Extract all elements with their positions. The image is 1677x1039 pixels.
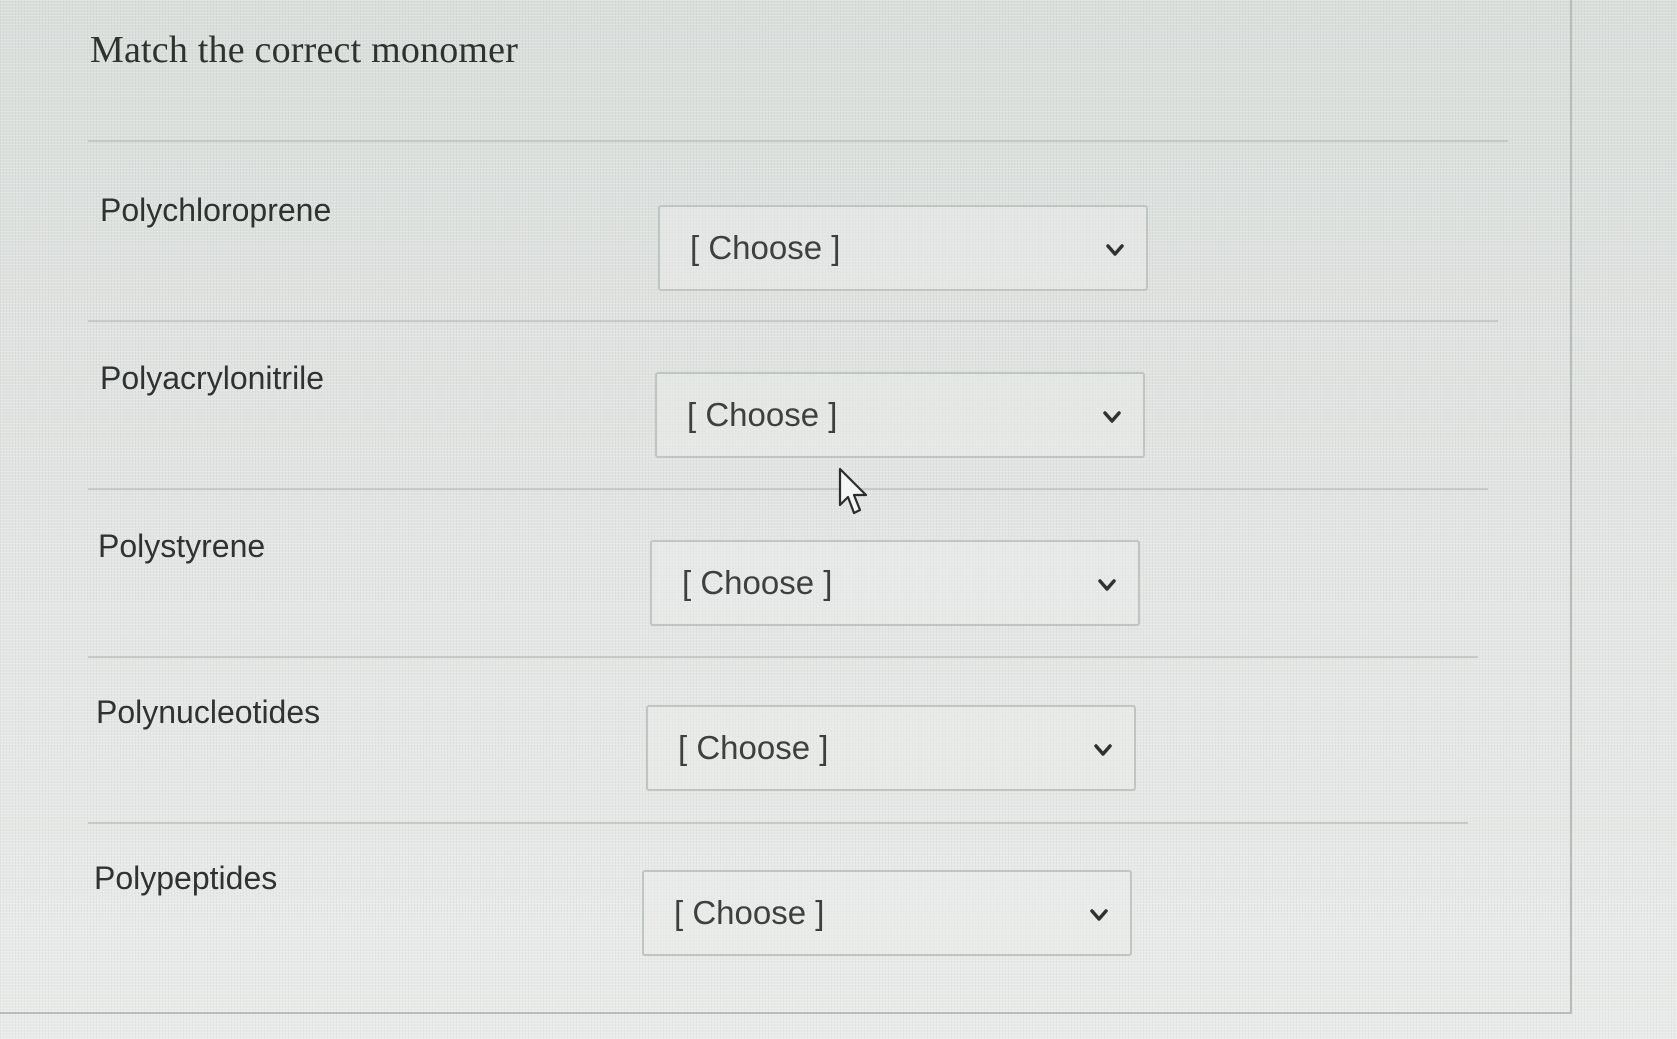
monomer-select-polynucleotides[interactable]: [ Choose ] — [646, 705, 1136, 791]
chevron-down-icon — [1090, 909, 1108, 921]
question-card: Match the correct monomer Polychloropren… — [0, 0, 1572, 1014]
chevron-down-icon — [1103, 411, 1121, 423]
divider — [88, 822, 1468, 824]
row-label-polynucleotides: Polynucleotides — [96, 694, 321, 730]
quiz-page: Match the correct monomer Polychloropren… — [0, 0, 1677, 1039]
monomer-select-polystyrene[interactable]: [ Choose ] — [650, 540, 1140, 626]
chevron-down-icon — [1106, 244, 1124, 256]
divider — [88, 320, 1498, 322]
monomer-select-polychloroprene[interactable]: [ Choose ] — [658, 205, 1148, 291]
row-label-polypeptides: Polypeptides — [94, 860, 278, 896]
select-value: [ Choose ] — [674, 894, 825, 931]
mouse-pointer-icon — [838, 467, 868, 515]
question-title: Match the correct monomer — [90, 29, 519, 71]
select-value: [ Choose ] — [687, 396, 838, 433]
divider — [88, 488, 1488, 490]
chevron-down-icon — [1094, 744, 1112, 756]
row-label-polyacrylonitrile: Polyacrylonitrile — [100, 360, 325, 396]
chevron-down-icon — [1098, 579, 1116, 591]
select-value: [ Choose ] — [678, 729, 829, 766]
monomer-select-polypeptides[interactable]: [ Choose ] — [642, 870, 1132, 956]
select-value: [ Choose ] — [690, 229, 841, 266]
select-value: [ Choose ] — [682, 564, 833, 601]
row-label-polystyrene: Polystyrene — [98, 528, 266, 564]
monomer-select-polyacrylonitrile[interactable]: [ Choose ] — [655, 372, 1145, 458]
row-label-polychloroprene: Polychloroprene — [100, 192, 332, 228]
divider — [88, 140, 1508, 142]
divider — [88, 656, 1478, 658]
